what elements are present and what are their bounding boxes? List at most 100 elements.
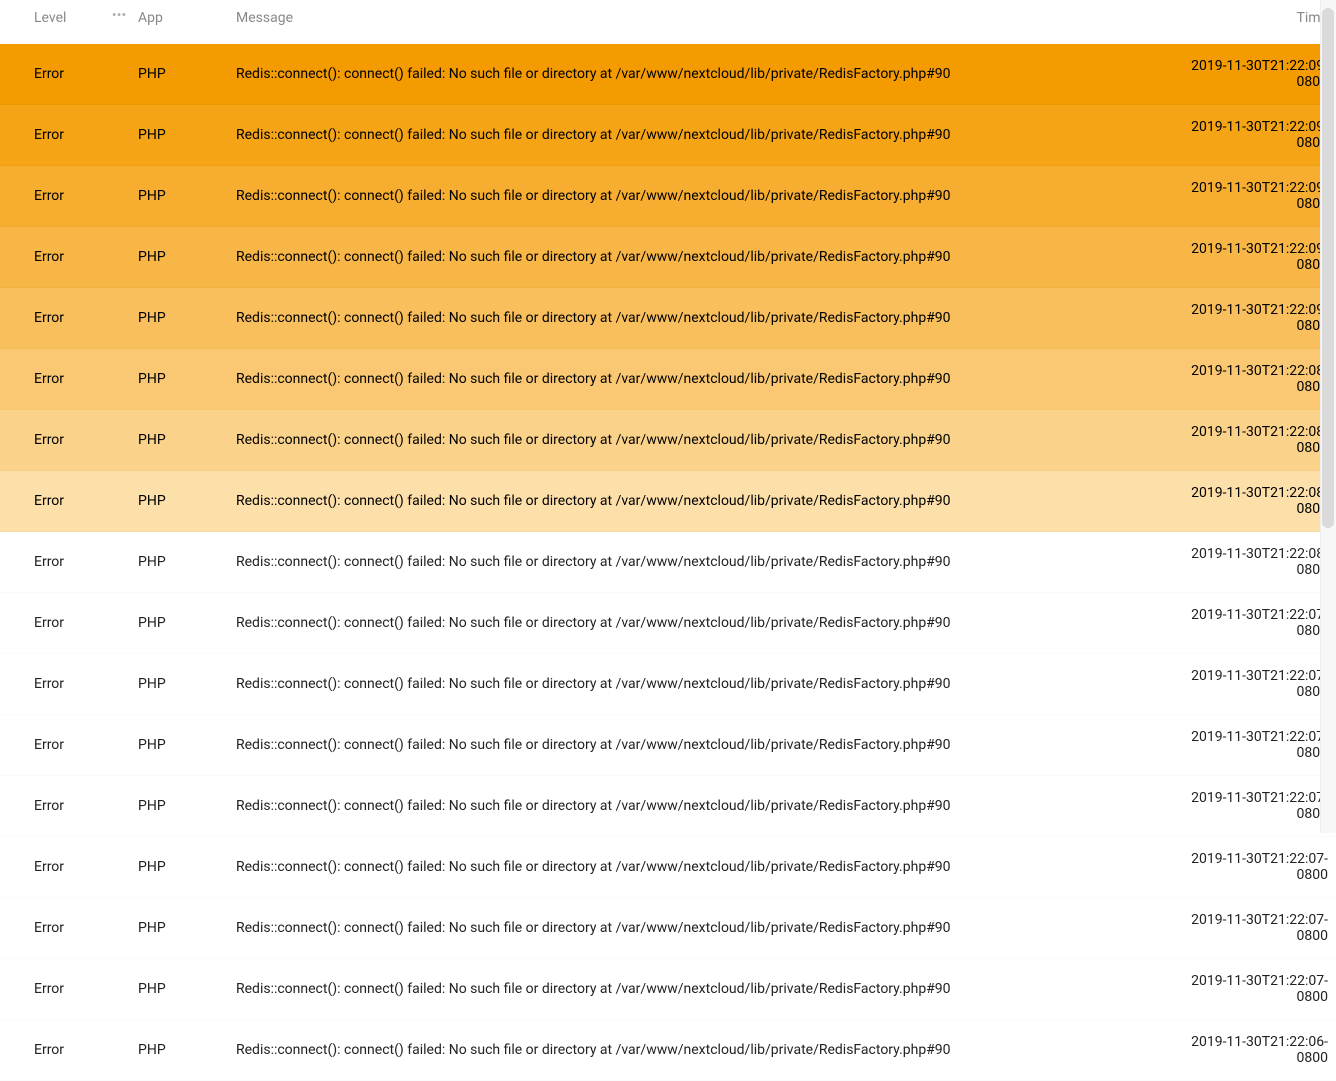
cell-app: PHP	[130, 166, 228, 227]
row-indicator	[0, 105, 12, 166]
log-row[interactable]: Error PHPRedis::connect(): connect() fail…	[0, 654, 1336, 715]
cell-more	[104, 654, 130, 715]
cell-level: Error	[12, 593, 104, 654]
cell-more	[104, 532, 130, 593]
cell-app: PHP	[130, 410, 228, 471]
cell-app: PHP	[130, 532, 228, 593]
row-indicator	[0, 288, 12, 349]
header-app-label: App	[138, 10, 163, 26]
row-indicator	[0, 593, 12, 654]
cell-message: Redis::connect(): connect() failed: No s…	[228, 1020, 1156, 1081]
header-message[interactable]: Message	[228, 0, 1156, 44]
row-indicator	[0, 166, 12, 227]
log-row[interactable]: Error PHPRedis::connect(): connect() fail…	[0, 776, 1336, 837]
log-row[interactable]: Error PHPRedis::connect(): connect() fail…	[0, 593, 1336, 654]
cell-time: 2019-11-30T21:22:07-0800	[1156, 959, 1336, 1020]
cell-more	[104, 44, 130, 105]
row-indicator	[0, 654, 12, 715]
row-indicator	[0, 410, 12, 471]
row-indicator	[0, 44, 12, 105]
cell-message: Redis::connect(): connect() failed: No s…	[228, 532, 1156, 593]
cell-message: Redis::connect(): connect() failed: No s…	[228, 227, 1156, 288]
log-row[interactable]: ErrorPHPRedis::connect(): connect() fail…	[0, 532, 1336, 593]
log-row[interactable]: ErrorPHPRedis::connect(): connect() fail…	[0, 288, 1336, 349]
more-icon: •••	[112, 12, 126, 18]
cell-message: Redis::connect(): connect() failed: No s…	[228, 715, 1156, 776]
cell-more	[104, 166, 130, 227]
header-indicator	[0, 0, 12, 44]
cell-level: Error	[12, 959, 104, 1020]
log-row[interactable]: ErrorPHPRedis::connect(): connect() fail…	[0, 227, 1336, 288]
cell-more	[104, 288, 130, 349]
cell-app: PHP	[130, 654, 228, 715]
log-row[interactable]: ErrorPHPRedis::connect(): connect() fail…	[0, 105, 1336, 166]
header-time[interactable]: Time	[1156, 0, 1336, 44]
cell-app: PHP	[130, 959, 228, 1020]
log-row[interactable]: ErrorPHPRedis::connect(): connect() fail…	[0, 471, 1336, 532]
cell-message: Redis::connect(): connect() failed: No s…	[228, 837, 1156, 898]
cell-time: 2019-11-30T21:22:08-0800	[1156, 349, 1336, 410]
cell-app: PHP	[130, 776, 228, 837]
cell-message: Redis::connect(): connect() failed: No s…	[228, 776, 1156, 837]
cell-message: Redis::connect(): connect() failed: No s…	[228, 593, 1156, 654]
header-level-label: Level	[34, 10, 66, 26]
log-row[interactable]: ErrorPHPRedis::connect(): connect() fail…	[0, 44, 1336, 105]
log-row[interactable]: ErrorPHPRedis::connect(): connect() fail…	[0, 166, 1336, 227]
cell-time: 2019-11-30T21:22:09-0800	[1156, 166, 1336, 227]
cell-message: Redis::connect(): connect() failed: No s…	[228, 654, 1156, 715]
cell-message: Redis::connect(): connect() failed: No s…	[228, 349, 1156, 410]
log-row[interactable]: Error PHPRedis::connect(): connect() fail…	[0, 837, 1336, 898]
row-indicator	[0, 898, 12, 959]
cell-app: PHP	[130, 837, 228, 898]
row-indicator	[0, 715, 12, 776]
cell-more	[104, 349, 130, 410]
cell-time: 2019-11-30T21:22:09-0800	[1156, 44, 1336, 105]
log-row[interactable]: Error PHPRedis::connect(): connect() fail…	[0, 410, 1336, 471]
cell-level: Error	[12, 715, 104, 776]
cell-message: Redis::connect(): connect() failed: No s…	[228, 410, 1156, 471]
cell-more	[104, 410, 130, 471]
row-indicator	[0, 349, 12, 410]
cell-app: PHP	[130, 1020, 228, 1081]
cell-more	[104, 471, 130, 532]
cell-level: Error	[12, 288, 104, 349]
cell-more	[104, 959, 130, 1020]
cell-more	[104, 776, 130, 837]
cell-app: PHP	[130, 349, 228, 410]
cell-app: PHP	[130, 105, 228, 166]
header-more[interactable]: •••	[104, 0, 130, 44]
cell-message: Redis::connect(): connect() failed: No s…	[228, 105, 1156, 166]
row-indicator	[0, 532, 12, 593]
header-level[interactable]: Level	[12, 0, 104, 44]
cell-level: Error	[12, 837, 104, 898]
header-app[interactable]: App	[130, 0, 228, 44]
cell-level: Error	[12, 654, 104, 715]
log-row[interactable]: ErrorPHPRedis::connect(): connect() fail…	[0, 349, 1336, 410]
cell-app: PHP	[130, 593, 228, 654]
log-row[interactable]: ErrorPHPRedis::connect(): connect() fail…	[0, 715, 1336, 776]
row-indicator	[0, 1020, 12, 1081]
cell-level: Error	[12, 410, 104, 471]
log-row[interactable]: Error PHPRedis::connect(): connect() fail…	[0, 959, 1336, 1020]
cell-message: Redis::connect(): connect() failed: No s…	[228, 166, 1156, 227]
cell-time: 2019-11-30T21:22:07-0800	[1156, 837, 1336, 898]
cell-message: Redis::connect(): connect() failed: No s…	[228, 898, 1156, 959]
cell-time: 2019-11-30T21:22:09-0800	[1156, 105, 1336, 166]
cell-more	[104, 715, 130, 776]
cell-message: Redis::connect(): connect() failed: No s…	[228, 288, 1156, 349]
cell-time: 2019-11-30T21:22:06-0800	[1156, 1020, 1336, 1081]
cell-time: 2019-11-30T21:22:08-0800	[1156, 471, 1336, 532]
cell-app: PHP	[130, 227, 228, 288]
cell-level: Error	[12, 898, 104, 959]
log-row[interactable]: ErrorPHPRedis::connect(): connect() fail…	[0, 898, 1336, 959]
cell-time: 2019-11-30T21:22:07-0800	[1156, 776, 1336, 837]
cell-level: Error	[12, 776, 104, 837]
cell-more	[104, 227, 130, 288]
scrollbar-thumb[interactable]	[1322, 8, 1334, 528]
cell-message: Redis::connect(): connect() failed: No s…	[228, 959, 1156, 1020]
cell-time: 2019-11-30T21:22:08-0800	[1156, 532, 1336, 593]
cell-more	[104, 837, 130, 898]
log-row[interactable]: ErrorPHPRedis::connect(): connect() fail…	[0, 1020, 1336, 1081]
vertical-scrollbar[interactable]	[1320, 0, 1336, 833]
cell-time: 2019-11-30T21:22:09-0800	[1156, 227, 1336, 288]
